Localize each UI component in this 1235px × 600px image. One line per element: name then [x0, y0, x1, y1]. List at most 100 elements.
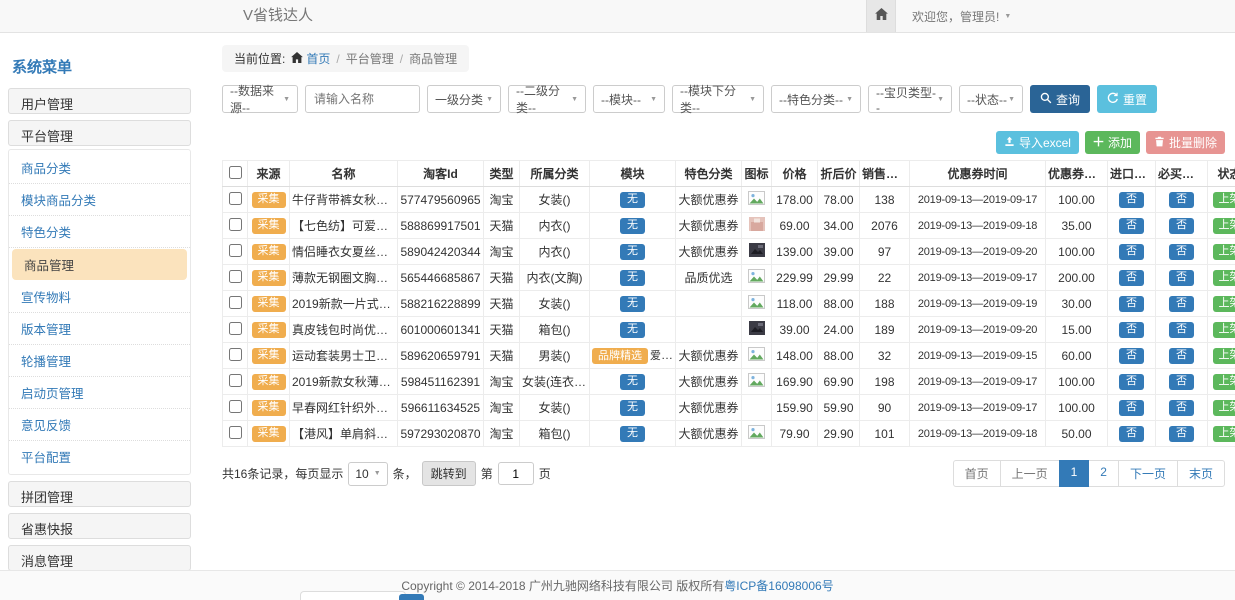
icp-link[interactable]: 粤ICP备16098006号	[724, 577, 833, 594]
sidebar-item-7[interactable]: 版本管理	[9, 313, 190, 345]
module-text: 爱上运动	[650, 350, 676, 362]
import-select-badge[interactable]: 否	[1119, 322, 1144, 338]
import-select-badge[interactable]: 否	[1119, 218, 1144, 234]
must-buy-badge[interactable]: 否	[1169, 348, 1194, 364]
import-select-badge[interactable]: 否	[1119, 426, 1144, 442]
column-header-10: 销售数量	[860, 161, 910, 187]
page-button-0[interactable]: 首页	[953, 460, 1001, 487]
status-badge[interactable]: 上架	[1213, 426, 1235, 442]
sidebar-item-4[interactable]: 特色分类	[9, 216, 190, 248]
status-badge[interactable]: 上架	[1213, 296, 1235, 312]
add-button[interactable]: 添加	[1085, 131, 1140, 154]
coupon-time-cell: 2019-09-13—2019-09-17	[910, 369, 1046, 395]
import-select-badge[interactable]: 否	[1119, 374, 1144, 390]
sidebar-item-12[interactable]: 拼团管理	[8, 481, 191, 507]
row-checkbox[interactable]	[229, 322, 242, 335]
filter-select-2[interactable]: --二级分类--▼	[508, 85, 586, 113]
status-badge[interactable]: 上架	[1213, 374, 1235, 390]
row-checkbox[interactable]	[229, 374, 242, 387]
sidebar-item-5[interactable]: 商品管理	[12, 249, 187, 280]
status-badge[interactable]: 上架	[1213, 218, 1235, 234]
page-number-input[interactable]	[498, 462, 534, 485]
sidebar-item-8[interactable]: 轮播管理	[9, 345, 190, 377]
status-badge[interactable]: 上架	[1213, 348, 1235, 364]
sidebar-item-14[interactable]: 消息管理	[8, 545, 191, 571]
row-checkbox[interactable]	[229, 296, 242, 309]
row-checkbox[interactable]	[229, 400, 242, 413]
jump-button[interactable]: 跳转到	[422, 461, 476, 486]
must-buy-badge[interactable]: 否	[1169, 270, 1194, 286]
row-checkbox[interactable]	[229, 348, 242, 361]
filter-select-5[interactable]: --特色分类--▼	[771, 85, 861, 113]
must-buy-badge[interactable]: 否	[1169, 244, 1194, 260]
import-select-badge[interactable]: 否	[1119, 192, 1144, 208]
table-header: 来源名称淘客Id类型所属分类模块特色分类图标价格折后价销售数量优惠券时间优惠券金…	[223, 161, 1235, 187]
page-button-2[interactable]: 1	[1059, 460, 1090, 487]
page-button-5[interactable]: 末页	[1177, 460, 1225, 487]
filter-select-3[interactable]: --模块--▼	[593, 85, 665, 113]
status-badge[interactable]: 上架	[1213, 322, 1235, 338]
import-select-badge[interactable]: 否	[1119, 348, 1144, 364]
source-badge: 采集	[252, 192, 286, 208]
must-buy-badge[interactable]: 否	[1169, 218, 1194, 234]
per-page-select[interactable]: 10 ▼	[348, 462, 387, 486]
status-badge[interactable]: 上架	[1213, 270, 1235, 286]
sidebar-item-11[interactable]: 平台配置	[9, 441, 190, 472]
status-badge[interactable]: 上架	[1213, 192, 1235, 208]
search-button[interactable]: 查询	[1030, 85, 1090, 113]
row-checkbox[interactable]	[229, 244, 242, 257]
sidebar-item-1[interactable]: 平台管理	[8, 120, 191, 146]
discount-price-cell: 88.00	[818, 343, 860, 369]
row-checkbox[interactable]	[229, 426, 242, 439]
sidebar-item-0[interactable]: 用户管理	[8, 88, 191, 114]
must-buy-badge[interactable]: 否	[1169, 426, 1194, 442]
filter-select-0[interactable]: --数据来源--▼	[222, 85, 298, 113]
sidebar-item-3[interactable]: 模块商品分类	[9, 184, 190, 216]
sidebar-item-10[interactable]: 意见反馈	[9, 409, 190, 441]
filter-select-4[interactable]: --模块下分类--▼	[672, 85, 764, 113]
coupon-time-cell: 2019-09-13—2019-09-19	[910, 291, 1046, 317]
reset-button[interactable]: 重置	[1097, 85, 1157, 113]
sidebar-item-13[interactable]: 省惠快报	[8, 513, 191, 539]
module-cell: 无	[590, 317, 676, 343]
sidebar-item-6[interactable]: 宣传物料	[9, 281, 190, 313]
batch-delete-button[interactable]: 批量删除	[1146, 131, 1225, 154]
page-button-3[interactable]: 2	[1088, 460, 1119, 487]
status-badge[interactable]: 上架	[1213, 244, 1235, 260]
import-select-badge[interactable]: 否	[1119, 270, 1144, 286]
taoke-id-cell: 597293020870	[398, 421, 484, 447]
select-all-checkbox[interactable]	[229, 166, 242, 179]
filter-select-6[interactable]: --宝贝类型--▼	[868, 85, 952, 113]
must-buy-badge[interactable]: 否	[1169, 374, 1194, 390]
partial-element-blue	[399, 594, 424, 600]
status-badge[interactable]: 上架	[1213, 400, 1235, 416]
row-checkbox[interactable]	[229, 192, 242, 205]
must-buy-badge[interactable]: 否	[1169, 400, 1194, 416]
import-excel-button[interactable]: 导入excel	[996, 131, 1079, 154]
must-buy-cell: 否	[1156, 265, 1208, 291]
filter-select-1[interactable]: 一级分类▼	[427, 85, 501, 113]
import-select-badge[interactable]: 否	[1119, 400, 1144, 416]
sales-cell: 198	[860, 369, 910, 395]
home-button[interactable]	[866, 0, 896, 32]
row-checkbox[interactable]	[229, 270, 242, 283]
breadcrumb-home-link[interactable]: 首页	[291, 50, 330, 67]
product-name-cell: 【七色纺】可爱纯棉家...	[290, 213, 398, 239]
sidebar-item-2[interactable]: 商品分类	[9, 152, 190, 184]
must-buy-badge[interactable]: 否	[1169, 322, 1194, 338]
row-checkbox[interactable]	[229, 218, 242, 231]
sidebar-item-9[interactable]: 启动页管理	[9, 377, 190, 409]
import-select-badge[interactable]: 否	[1119, 296, 1144, 312]
source-cell: 采集	[248, 213, 290, 239]
sales-cell: 32	[860, 343, 910, 369]
user-menu[interactable]: 欢迎您，管理员! ▼	[912, 8, 1011, 25]
column-header-1: 名称	[290, 161, 398, 187]
page-button-4[interactable]: 下一页	[1118, 460, 1178, 487]
must-buy-badge[interactable]: 否	[1169, 296, 1194, 312]
type-cell: 淘宝	[484, 369, 520, 395]
name-search-input[interactable]	[305, 85, 420, 113]
page-button-1[interactable]: 上一页	[1000, 460, 1060, 487]
import-select-badge[interactable]: 否	[1119, 244, 1144, 260]
filter-select-7[interactable]: --状态--▼	[959, 85, 1023, 113]
must-buy-badge[interactable]: 否	[1169, 192, 1194, 208]
